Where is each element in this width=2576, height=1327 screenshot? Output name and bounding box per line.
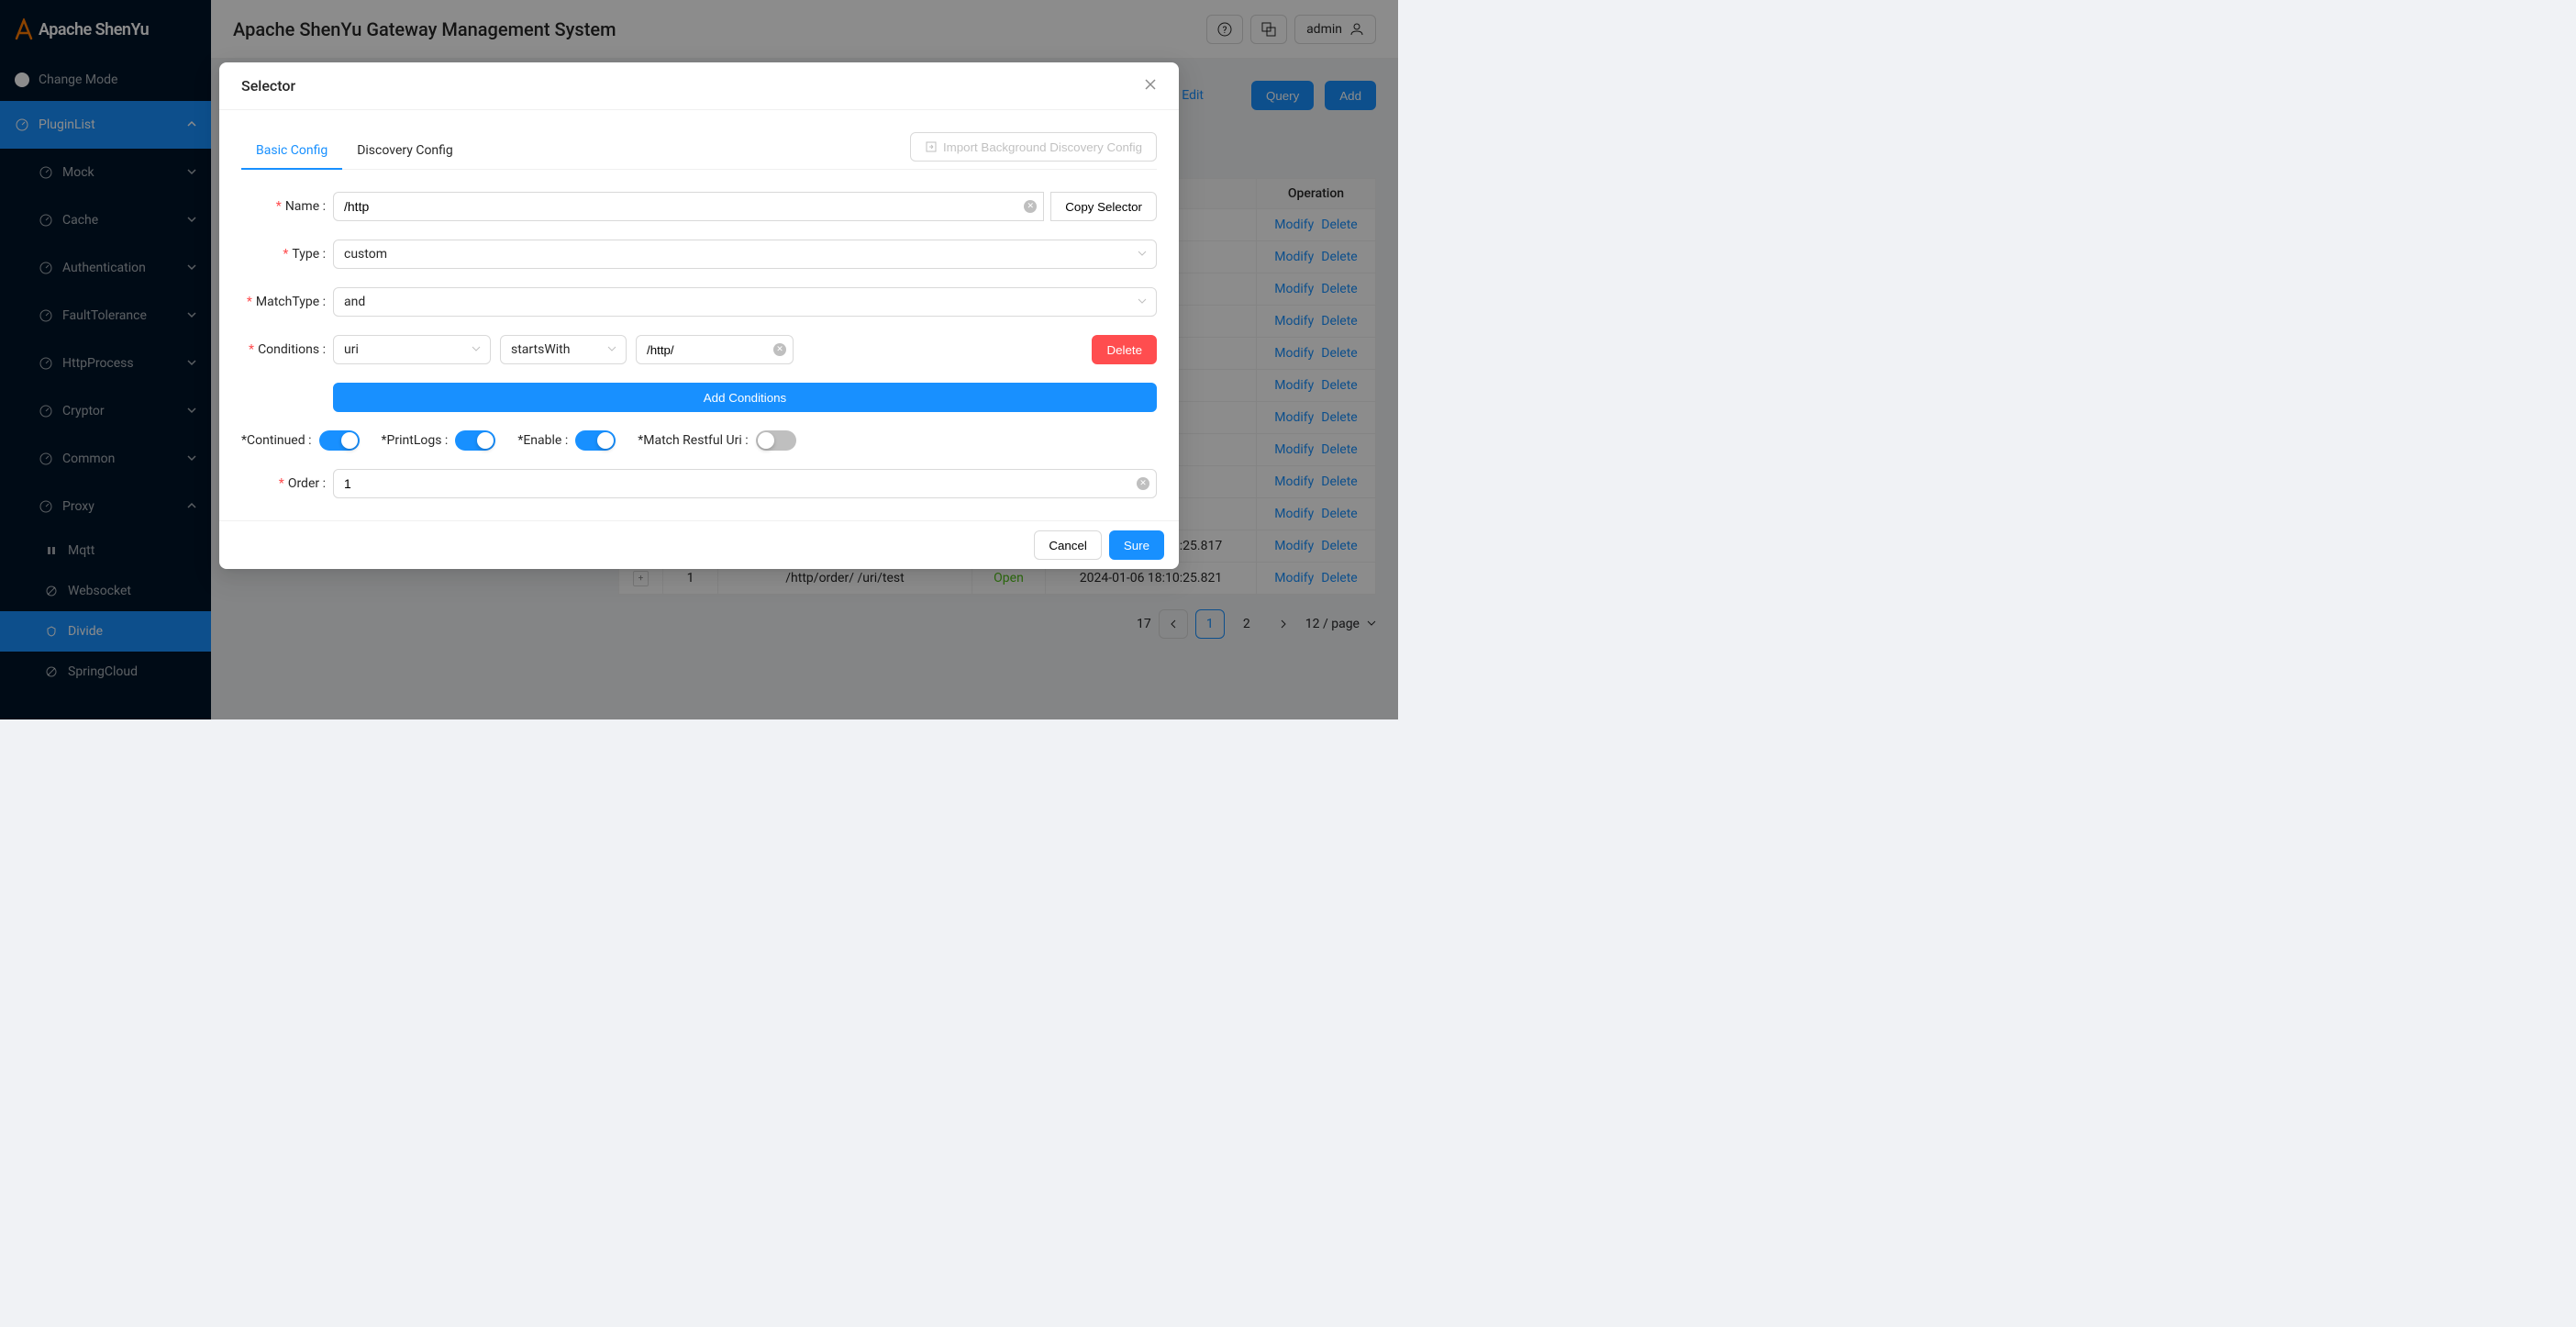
cancel-button[interactable]: Cancel <box>1034 530 1102 560</box>
enable-switch[interactable] <box>575 430 616 451</box>
clear-icon[interactable]: ✕ <box>773 343 786 356</box>
name-input[interactable] <box>333 192 1044 221</box>
form-row-conditions: *Conditions : uri startsWith ✕ Delete <box>241 335 1157 364</box>
form-row-name: *Name : ✕ Copy Selector <box>241 192 1157 221</box>
tab-basic-config[interactable]: Basic Config <box>241 132 342 169</box>
delete-condition-button[interactable]: Delete <box>1092 335 1157 364</box>
label-name: *Name : <box>241 199 333 214</box>
sure-button[interactable]: Sure <box>1109 530 1164 560</box>
type-select[interactable]: custom <box>333 240 1157 269</box>
import-label: Import Background Discovery Config <box>943 140 1142 154</box>
label-continued: *Continued : <box>241 433 312 448</box>
restful-switch[interactable] <box>756 430 796 451</box>
modal-footer: Cancel Sure <box>219 521 1179 569</box>
label-order: *Order : <box>241 476 333 491</box>
cond-op-select[interactable]: startsWith <box>500 335 627 364</box>
add-conditions-button[interactable]: Add Conditions <box>333 383 1157 412</box>
order-input[interactable] <box>333 469 1157 498</box>
form-row-matchtype: *MatchType : and <box>241 287 1157 317</box>
import-icon <box>925 140 938 153</box>
form-row-order: *Order : ✕ <box>241 469 1157 498</box>
selector-modal: Selector Basic Config Discovery Config I… <box>219 62 1179 569</box>
label-restful: *Match Restful Uri : <box>638 433 748 448</box>
modal-title: Selector <box>241 77 1144 95</box>
label-conditions: *Conditions : <box>241 342 333 357</box>
label-printlogs: *PrintLogs : <box>382 433 449 448</box>
modal-body: Basic Config Discovery Config Import Bac… <box>219 109 1179 521</box>
cond-value-input[interactable] <box>636 335 794 364</box>
chevron-down-icon <box>1138 247 1147 262</box>
chevron-down-icon <box>607 342 616 357</box>
copy-selector-button[interactable]: Copy Selector <box>1050 192 1157 221</box>
close-icon[interactable] <box>1144 77 1157 95</box>
import-button[interactable]: Import Background Discovery Config <box>910 132 1157 162</box>
label-type: *Type : <box>241 247 333 262</box>
chevron-down-icon <box>472 342 481 357</box>
form-row-type: *Type : custom <box>241 240 1157 269</box>
printlogs-switch[interactable] <box>455 430 495 451</box>
tabs: Basic Config Discovery Config Import Bac… <box>241 132 1157 170</box>
continued-switch[interactable] <box>319 430 360 451</box>
label-matchtype: *MatchType : <box>241 295 333 309</box>
form-row-toggles: *Continued : *PrintLogs : *Enable : *Mat… <box>241 430 1157 451</box>
form-row-add-conditions: Add Conditions <box>241 383 1157 412</box>
matchtype-select[interactable]: and <box>333 287 1157 317</box>
clear-icon[interactable]: ✕ <box>1137 477 1149 490</box>
chevron-down-icon <box>1138 295 1147 309</box>
modal-header: Selector <box>219 62 1179 109</box>
tab-discovery-config[interactable]: Discovery Config <box>342 132 468 169</box>
cond-field-select[interactable]: uri <box>333 335 491 364</box>
label-enable: *Enable : <box>517 433 568 448</box>
clear-icon[interactable]: ✕ <box>1024 200 1037 213</box>
